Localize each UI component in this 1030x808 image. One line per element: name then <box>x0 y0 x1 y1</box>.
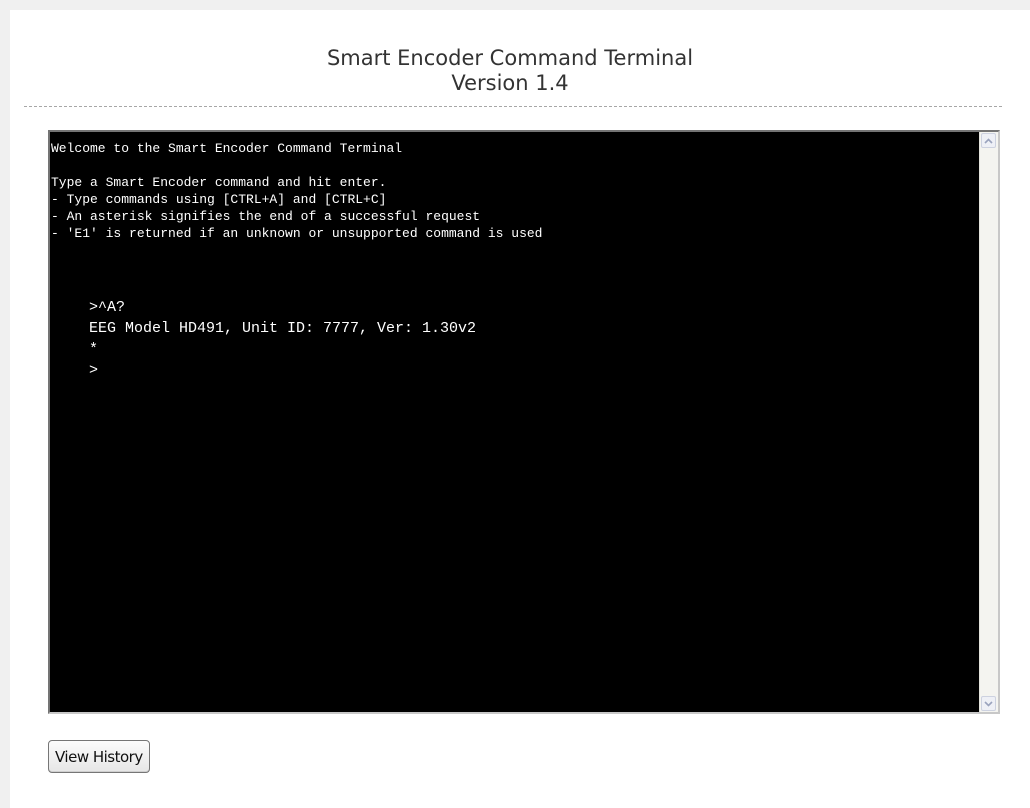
chevron-up-icon <box>984 137 993 144</box>
help-line: - An asterisk signifies the end of a suc… <box>51 209 481 224</box>
help-line: - 'E1' is returned if an unknown or unsu… <box>51 226 543 241</box>
page-header: Smart Encoder Command Terminal Version 1… <box>10 46 1010 96</box>
terminal-scrollbar[interactable] <box>979 132 998 712</box>
terminal-page: Smart Encoder Command Terminal Version 1… <box>10 10 1030 808</box>
help-line: - Type commands using [CTRL+A] and [CTRL… <box>51 192 387 207</box>
page-title: Smart Encoder Command Terminal <box>326 46 694 70</box>
success-marker: * <box>89 341 99 358</box>
scroll-up-button[interactable] <box>981 133 996 148</box>
command-session: >^A? EEG Model HD491, Unit ID: 7777, Ver… <box>51 297 978 381</box>
command-response: EEG Model HD491, Unit ID: 7777, Ver: 1.3… <box>89 320 477 337</box>
header-divider <box>24 106 1002 107</box>
view-history-button[interactable]: View History <box>48 740 150 773</box>
command-prompt[interactable]: > <box>89 360 978 381</box>
command-echo: >^A? <box>89 299 126 316</box>
terminal-output[interactable]: Welcome to the Smart Encoder Command Ter… <box>50 132 978 712</box>
welcome-line: Welcome to the Smart Encoder Command Ter… <box>51 141 403 156</box>
help-line: Type a Smart Encoder command and hit ent… <box>51 175 387 190</box>
terminal-console[interactable]: Welcome to the Smart Encoder Command Ter… <box>48 130 1000 714</box>
version-label: Version 1.4 <box>451 71 569 95</box>
chevron-down-icon <box>984 700 993 707</box>
scroll-down-button[interactable] <box>981 696 996 711</box>
